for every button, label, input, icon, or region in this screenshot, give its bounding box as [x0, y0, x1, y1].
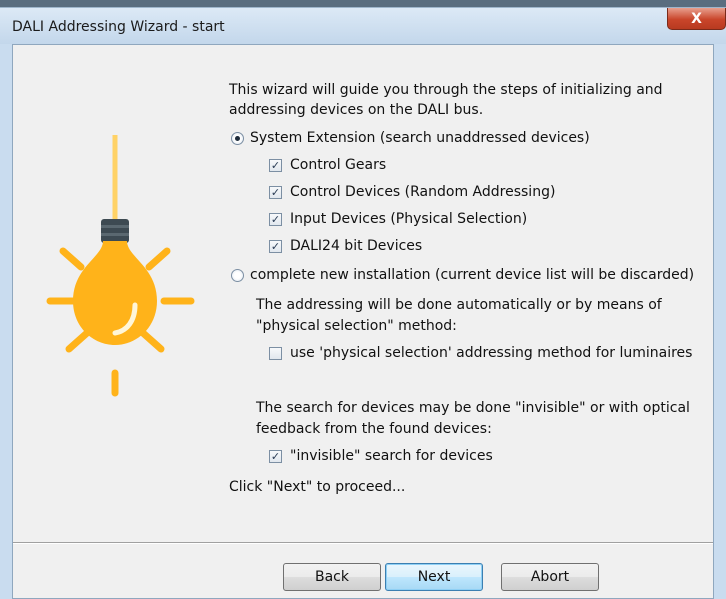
search-desc-line1: The search for devices may be done "invi…: [256, 400, 690, 416]
wizard-content: This wizard will guide you through the s…: [12, 44, 714, 599]
close-icon: X: [691, 10, 702, 27]
next-button[interactable]: Next: [385, 563, 483, 591]
search-desc-line2: feedback from the found devices:: [256, 421, 492, 437]
system-extension-label[interactable]: System Extension (search unaddressed dev…: [250, 129, 590, 147]
wizard-window: DALI Addressing Wizard - start X This wi…: [0, 7, 726, 599]
addressing-desc-line2: "physical selection" method:: [256, 318, 457, 334]
input-devices-checkbox[interactable]: ✓: [269, 213, 282, 226]
new-installation-label[interactable]: complete new installation (current devic…: [250, 266, 694, 284]
close-button[interactable]: X: [667, 8, 726, 30]
window-title: DALI Addressing Wizard - start: [12, 19, 225, 35]
invisible-search-label[interactable]: "invisible" search for devices: [290, 447, 493, 465]
control-devices-label[interactable]: Control Devices (Random Addressing): [290, 183, 555, 201]
physical-selection-label[interactable]: use 'physical selection' addressing meth…: [290, 344, 692, 362]
abort-button[interactable]: Abort: [501, 563, 599, 591]
new-installation-radio[interactable]: [231, 269, 244, 282]
control-gears-label[interactable]: Control Gears: [290, 156, 386, 174]
proceed-text: Click "Next" to proceed...: [229, 479, 406, 495]
physical-selection-checkbox[interactable]: [269, 347, 282, 360]
dali24-devices-checkbox[interactable]: ✓: [269, 240, 282, 253]
input-devices-label[interactable]: Input Devices (Physical Selection): [290, 210, 527, 228]
separator: [13, 542, 713, 544]
intro-text-line2: addressing devices on the DALI bus.: [229, 102, 484, 118]
back-button[interactable]: Back: [283, 563, 381, 591]
dali24-devices-label[interactable]: DALI24 bit Devices: [290, 237, 422, 255]
system-extension-radio[interactable]: [231, 132, 244, 145]
control-gears-checkbox[interactable]: ✓: [269, 159, 282, 172]
addressing-desc-line1: The addressing will be done automaticall…: [256, 297, 662, 313]
invisible-search-checkbox[interactable]: ✓: [269, 450, 282, 463]
intro-text-line1: This wizard will guide you through the s…: [229, 82, 663, 98]
title-bar[interactable]: DALI Addressing Wizard - start X: [0, 8, 726, 44]
lightbulb-icon: [46, 135, 195, 397]
control-devices-checkbox[interactable]: ✓: [269, 186, 282, 199]
